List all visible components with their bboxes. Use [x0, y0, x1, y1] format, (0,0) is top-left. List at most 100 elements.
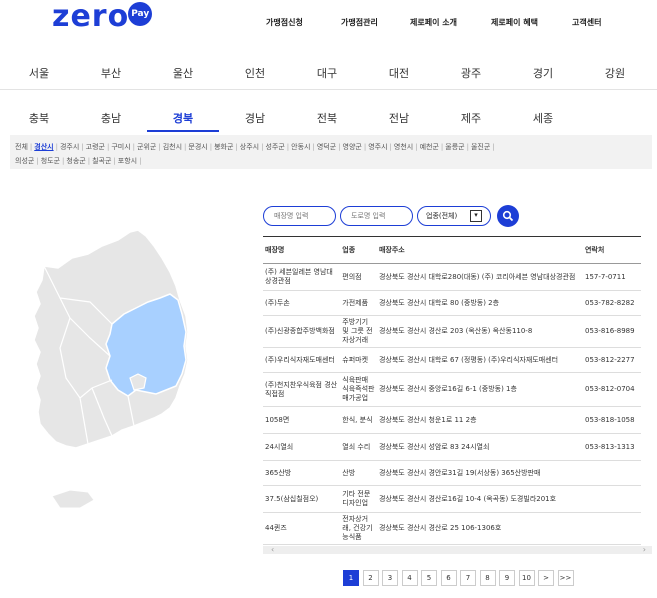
road-name-input[interactable] [349, 211, 409, 221]
page-button[interactable]: 5 [421, 570, 437, 586]
zeropay-logo[interactable]: zero Pay [52, 0, 153, 34]
region-tab-seoul[interactable]: 서울 [10, 65, 68, 81]
region-tab-ulsan[interactable]: 울산 [154, 65, 212, 81]
cell-store-name: (주)우리식자재도매센터 [263, 347, 341, 373]
store-search-bar: 업종(전체) ▾ [263, 205, 519, 227]
nav-customer-center[interactable]: 고객센터 [572, 17, 601, 28]
region-tab-gangwon[interactable]: 강원 [586, 65, 644, 81]
cell-phone: 053-782-8282 [582, 290, 641, 316]
nav-benefits[interactable]: 제로페이 혜택 [491, 17, 538, 28]
region-tab-gwangju[interactable]: 광주 [442, 65, 500, 81]
district-item[interactable]: 영양군 [343, 143, 362, 151]
district-separator: | [389, 143, 392, 151]
region-tab-gyeongbuk[interactable]: 경북 [154, 110, 212, 126]
table-row[interactable]: 44퀸즈 전자상거래, 건강기능식품 경상북도 경산시 경산로 25 106-130… [263, 512, 641, 545]
cell-store-name: 365산방 [263, 460, 341, 486]
district-separator: | [55, 143, 58, 151]
page-button[interactable]: 10 [518, 570, 535, 586]
region-tab-gyeongnam[interactable]: 경남 [226, 110, 284, 126]
nav-merchant-apply[interactable]: 가맹점신청 [266, 17, 303, 28]
logo-pay-badge: Pay [128, 2, 153, 26]
horizontal-scrollbar[interactable]: ‹ › [263, 545, 652, 554]
cell-phone: 053-812-0704 [582, 372, 641, 407]
search-button[interactable] [497, 205, 519, 227]
table-row[interactable]: (주)우리식자재도매센터 슈퍼마켓 경상북도 경산시 대학로 67 (정평동) (주… [263, 347, 641, 373]
district-item[interactable]: 포항시 [118, 157, 137, 165]
page-button[interactable]: 9 [499, 570, 515, 586]
district-item[interactable]: 전체 [15, 143, 28, 151]
table-row[interactable]: 1058면 한식, 분식 경상북도 경산시 청운1로 11 2층 053-818-10… [263, 406, 641, 434]
district-separator: | [415, 143, 418, 151]
page-button[interactable]: 6 [440, 570, 457, 586]
next-page-button[interactable]: > [538, 570, 554, 586]
region-tab-jeonbuk[interactable]: 전북 [298, 110, 356, 126]
district-item[interactable]: 의성군 [15, 157, 34, 165]
cell-category: 편의점 [340, 263, 377, 291]
cell-phone [582, 512, 641, 545]
nav-merchant-manage[interactable]: 가맹점관리 [341, 17, 378, 28]
cell-address: 경상북도 경산시 경산로16길 10-4 (옥곡동) 도경빌라201호 [376, 485, 583, 513]
district-item[interactable]: 청송군 [66, 157, 85, 165]
district-item[interactable]: 경산시 [34, 143, 53, 151]
cell-category: 가전제품 [340, 290, 377, 316]
region-tab-daejeon[interactable]: 대전 [370, 65, 428, 81]
category-select-value: 업종(전체) [426, 212, 458, 220]
page-button[interactable]: 4 [401, 570, 418, 586]
district-item[interactable]: 청도군 [41, 157, 60, 165]
store-name-input[interactable] [272, 211, 332, 221]
district-item[interactable]: 고령군 [86, 143, 105, 151]
district-item[interactable]: 울진군 [471, 143, 490, 151]
page-button[interactable]: 1 [343, 570, 359, 586]
region-tab-jeju[interactable]: 제주 [442, 110, 500, 126]
district-item[interactable]: 김천시 [163, 143, 182, 151]
scroll-right-icon[interactable]: › [643, 545, 646, 554]
page-button[interactable]: 2 [362, 570, 379, 586]
region-tab-busan[interactable]: 부산 [82, 65, 140, 81]
district-item[interactable]: 봉화군 [214, 143, 233, 151]
district-item[interactable]: 구미시 [111, 143, 130, 151]
district-item[interactable]: 예천군 [420, 143, 439, 151]
region-tabs-row1: 서울 부산 울산 인천 대구 대전 광주 경기 강원 [0, 55, 657, 90]
scroll-left-icon[interactable]: ‹ [271, 545, 274, 554]
district-item[interactable]: 울릉군 [445, 143, 464, 151]
district-item[interactable]: 군위군 [137, 143, 156, 151]
korea-map[interactable] [30, 228, 195, 513]
district-item[interactable]: 칠곡군 [92, 157, 111, 165]
region-tab-chungbuk[interactable]: 충북 [10, 110, 68, 126]
table-row[interactable]: 365산방 산방 경상북도 경산시 경안로31길 19(서상동) 365산방판매 [263, 460, 641, 486]
region-tab-jeonnam[interactable]: 전남 [370, 110, 428, 126]
store-name-field[interactable] [263, 206, 336, 226]
table-row[interactable]: (주)천지찬우식육점 경산직접점 식육판매 식육즉석판매가공업 경상북도 경산시 중… [263, 372, 641, 407]
region-tab-chungnam[interactable]: 충남 [82, 110, 140, 126]
district-item[interactable]: 영덕군 [317, 143, 336, 151]
road-name-field[interactable] [340, 206, 413, 226]
district-separator: | [158, 143, 161, 151]
district-item[interactable]: 안동시 [291, 143, 310, 151]
page-button[interactable]: 3 [382, 570, 398, 586]
table-row[interactable]: (주)신광종합주방백화점 주방기기 및 그릇 전자상거래 경상북도 경산시 경산로 … [263, 315, 641, 348]
page-button[interactable]: 8 [479, 570, 496, 586]
last-page-button[interactable]: >> [557, 570, 574, 586]
cell-address: 경상북도 경산시 경안로31길 19(서상동) 365산방판매 [376, 460, 583, 486]
table-row[interactable]: 37.5(삼십칠점오) 기타 전문 디자인업 경상북도 경산시 경산로16길 10-… [263, 485, 641, 513]
category-select[interactable]: 업종(전체) ▾ [417, 206, 491, 226]
table-row[interactable]: (주)두손 가전제품 경상북도 경산시 대학로 80 (중방동) 2층 053-782… [263, 290, 641, 316]
region-tab-daegu[interactable]: 대구 [298, 65, 356, 81]
district-item[interactable]: 영천시 [394, 143, 413, 151]
table-row[interactable]: 24시열쇠 열쇠 수리 경상북도 경산시 성암로 83 24시열쇠 053-813-1… [263, 433, 641, 461]
page-button[interactable]: 7 [460, 570, 476, 586]
district-separator: | [87, 157, 91, 165]
table-row[interactable]: (주) 세븐일레븐 영남대상경관점 편의점 경상북도 경산시 대학로280(대동) … [263, 263, 641, 291]
region-tab-sejong[interactable]: 세종 [514, 110, 572, 126]
region-tab-incheon[interactable]: 인천 [226, 65, 284, 81]
cell-address: 경상북도 경산시 청운1로 11 2층 [376, 406, 583, 434]
district-item[interactable]: 경주시 [60, 143, 79, 151]
district-separator: | [106, 143, 110, 151]
cell-address: 경상북도 경산시 대학로 80 (중방동) 2층 [376, 290, 583, 316]
district-item[interactable]: 영주시 [368, 143, 387, 151]
region-tab-gyeonggi[interactable]: 경기 [514, 65, 572, 81]
nav-about[interactable]: 제로페이 소개 [410, 17, 457, 28]
district-item[interactable]: 상주시 [240, 143, 259, 151]
district-item[interactable]: 문경시 [188, 143, 207, 151]
district-item[interactable]: 성주군 [265, 143, 284, 151]
